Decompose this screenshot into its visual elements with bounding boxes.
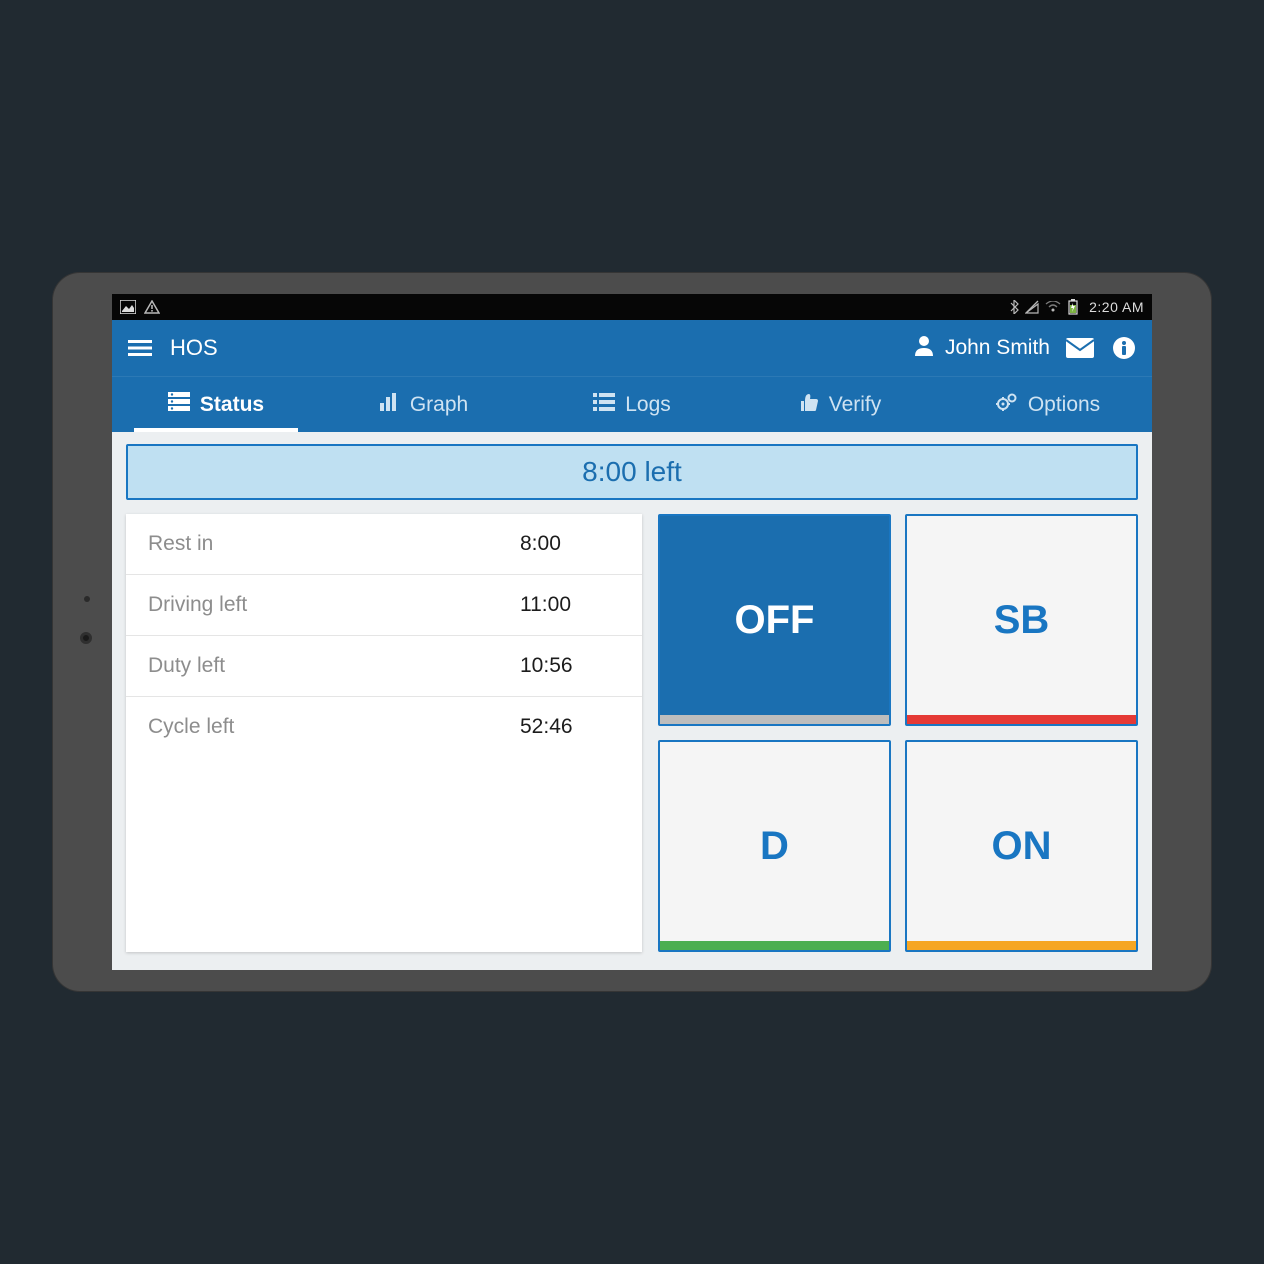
duty-button-label: OFF (735, 598, 815, 643)
tab-logs-label: Logs (625, 393, 671, 417)
stat-value: 52:46 (520, 715, 620, 739)
tab-status[interactable]: Status (112, 377, 320, 432)
bluetooth-icon (1009, 300, 1019, 314)
time-left-banner: 8:00 left (126, 444, 1138, 500)
app-header: HOS John Smith (112, 320, 1152, 376)
tab-graph-label: Graph (410, 393, 468, 417)
stat-label: Duty left (148, 654, 520, 678)
gears-icon (996, 392, 1018, 418)
two-column-layout: Rest in 8:00 Driving left 11:00 Duty lef… (126, 514, 1138, 952)
duty-button-on[interactable]: ON (905, 740, 1138, 952)
stat-row-cycle-left: Cycle left 52:46 (126, 697, 642, 757)
tab-bar: Status Graph Logs Verify (112, 376, 1152, 432)
thumbsup-icon (799, 392, 819, 418)
screen: 2:20 AM HOS John Smith (112, 294, 1152, 970)
stat-label: Rest in (148, 532, 520, 556)
no-signal-icon (1025, 300, 1039, 314)
content-area: 8:00 left Rest in 8:00 Driving left 11:0… (112, 432, 1152, 970)
list-icon (593, 393, 615, 417)
duty-button-off[interactable]: OFF (658, 514, 891, 726)
mail-icon[interactable] (1066, 338, 1094, 358)
stat-label: Cycle left (148, 715, 520, 739)
tablet-camera (80, 632, 92, 644)
battery-icon (1067, 299, 1079, 315)
server-icon (168, 392, 190, 418)
android-status-bar: 2:20 AM (112, 294, 1152, 320)
user-icon (913, 334, 935, 362)
duty-status-grid: OFF SB D ON (658, 514, 1138, 952)
user-chip[interactable]: John Smith (913, 334, 1050, 362)
menu-icon[interactable] (126, 338, 154, 358)
tab-options[interactable]: Options (944, 377, 1152, 432)
tab-options-label: Options (1028, 393, 1100, 417)
duty-button-label: D (760, 824, 789, 869)
tab-graph[interactable]: Graph (320, 377, 528, 432)
duty-button-label: ON (992, 824, 1052, 869)
duty-underline (907, 941, 1136, 950)
duty-underline (907, 715, 1136, 724)
info-icon[interactable] (1110, 336, 1138, 360)
tab-logs[interactable]: Logs (528, 377, 736, 432)
duty-underline (660, 715, 889, 724)
stat-value: 11:00 (520, 593, 620, 617)
app-title: HOS (170, 335, 218, 361)
barchart-icon (380, 393, 400, 417)
tab-status-label: Status (200, 393, 264, 417)
stat-value: 10:56 (520, 654, 620, 678)
duty-button-sb[interactable]: SB (905, 514, 1138, 726)
status-bar-clock: 2:20 AM (1089, 299, 1144, 315)
tab-verify-label: Verify (829, 393, 882, 417)
duty-button-label: SB (994, 598, 1050, 643)
stat-value: 8:00 (520, 532, 620, 556)
stat-row-rest-in: Rest in 8:00 (126, 514, 642, 575)
duty-underline (660, 941, 889, 950)
warning-icon (144, 300, 160, 314)
user-name: John Smith (945, 336, 1050, 360)
tab-verify[interactable]: Verify (736, 377, 944, 432)
wifi-icon (1045, 301, 1061, 313)
stat-row-driving-left: Driving left 11:00 (126, 575, 642, 636)
stats-panel: Rest in 8:00 Driving left 11:00 Duty lef… (126, 514, 642, 952)
duty-button-d[interactable]: D (658, 740, 891, 952)
tablet-frame: 2:20 AM HOS John Smith (52, 272, 1212, 992)
tablet-speaker (84, 596, 90, 602)
image-icon (120, 300, 136, 314)
stat-row-duty-left: Duty left 10:56 (126, 636, 642, 697)
stat-label: Driving left (148, 593, 520, 617)
